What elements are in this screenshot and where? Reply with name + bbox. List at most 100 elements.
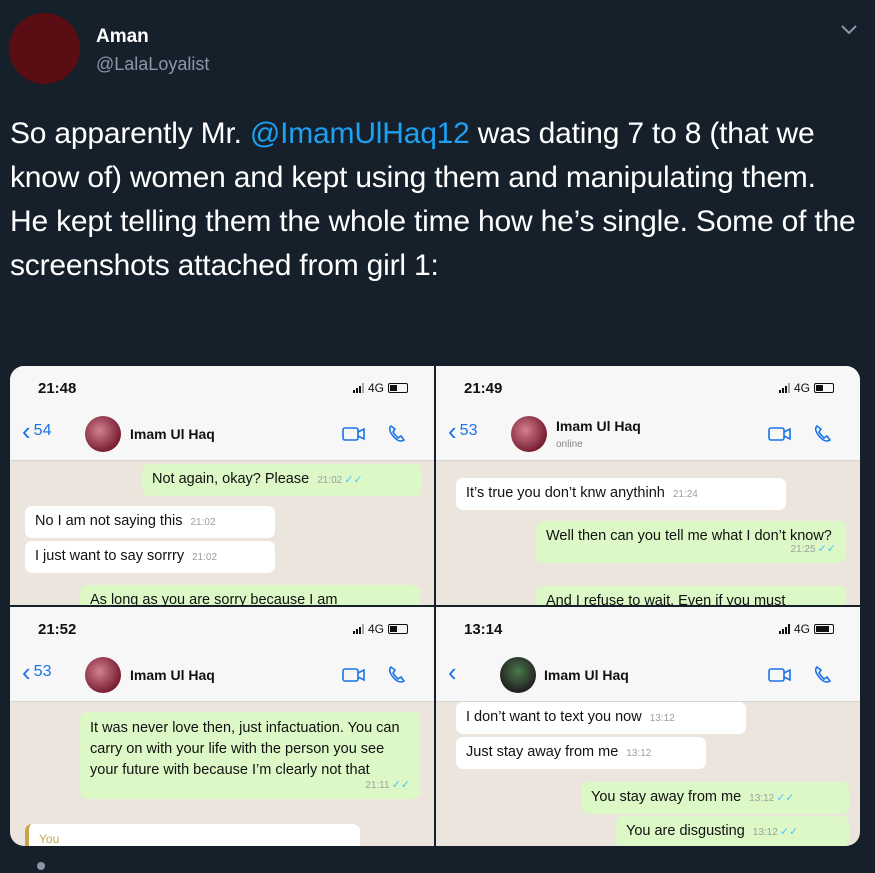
phone-call-icon[interactable]: [812, 664, 834, 686]
screenshot-4[interactable]: 13:14 4G ‹ Imam Ul Haq I don’t want to t…: [436, 607, 860, 846]
back-button[interactable]: ‹ 53: [448, 418, 478, 444]
contact-name[interactable]: Imam Ul Haq: [544, 667, 629, 683]
message-bubble[interactable]: And I refuse to wait. Even if you must: [536, 586, 846, 605]
message-text: And I refuse to wait. Even if you must: [546, 593, 786, 605]
message-bubble[interactable]: Not again, okay? Please 21:02 ✓✓: [142, 464, 422, 496]
screenshot-3[interactable]: 21:52 4G ‹ 53 Imam Ul Haq It was never lo…: [10, 607, 434, 846]
message-bubble[interactable]: You are disgusting 13:12 ✓✓: [616, 816, 849, 846]
chat-header: ‹ 53 Imam Ul Haq online: [436, 408, 860, 461]
signal-bars-icon: [352, 383, 364, 393]
contact-avatar[interactable]: [85, 657, 121, 693]
battery-icon: [388, 624, 408, 634]
chat-header: ‹ 54 Imam Ul Haq: [10, 408, 434, 461]
video-call-icon[interactable]: [768, 426, 792, 442]
battery-icon: [814, 383, 834, 393]
status-bar: 13:14 4G: [436, 607, 860, 649]
status-bar: 21:49 4G: [436, 366, 860, 408]
mention-link[interactable]: @ImamUlHaq12: [250, 117, 470, 150]
signal-bars-icon: [778, 383, 790, 393]
video-call-icon[interactable]: [768, 667, 792, 683]
message-bubble[interactable]: Just stay away from me 13:12: [456, 737, 706, 769]
message-bubble[interactable]: You stay away from me 13:12 ✓✓: [581, 782, 849, 814]
quoted-reply-author: You: [39, 832, 60, 846]
message-bubble[interactable]: As long as you are sorry because I am: [80, 585, 420, 605]
message-text: You are disgusting: [626, 823, 745, 839]
message-bubble[interactable]: It’s true you don’t knw anythinh 21:24: [456, 478, 786, 510]
message-text: I don’t want to text you now: [466, 709, 642, 725]
thread-dot: [37, 862, 45, 870]
message-bubble[interactable]: I just want to say sorrry 21:02: [25, 541, 275, 573]
message-time: 21:02: [317, 475, 343, 486]
chat-header: ‹ 53 Imam Ul Haq: [10, 649, 434, 702]
signal-bars-icon: [778, 624, 790, 634]
read-receipt-icon: ✓✓: [779, 826, 799, 838]
message-text: Not again, okay? Please: [152, 471, 310, 487]
read-receipt-icon: ✓✓: [817, 543, 836, 555]
quoted-reply[interactable]: You: [25, 824, 360, 846]
contact-status: online: [556, 439, 583, 450]
unread-count: 54: [33, 422, 52, 439]
back-button[interactable]: ‹ 53: [22, 659, 52, 685]
phone-call-icon[interactable]: [386, 664, 408, 686]
chat-header: ‹ Imam Ul Haq: [436, 649, 860, 702]
contact-avatar[interactable]: [511, 416, 547, 452]
message-text: As long as you are sorry because I am: [90, 592, 338, 605]
message-bubble[interactable]: No I am not saying this 21:02: [25, 506, 275, 538]
message-time: 21:02: [190, 517, 216, 528]
screenshot-2[interactable]: 21:49 4G ‹ 53 Imam Ul Haq online It’s tru…: [436, 366, 860, 605]
contact-name[interactable]: Imam Ul Haq: [556, 418, 641, 434]
chat-body: It was never love then, just infactuatio…: [10, 702, 434, 846]
message-text: Well then can you tell me what I don’t k…: [546, 528, 832, 544]
contact-avatar[interactable]: [500, 657, 536, 693]
message-time: 13:12: [752, 827, 778, 838]
video-call-icon[interactable]: [342, 667, 366, 683]
signal-indicator: 4G: [352, 381, 408, 395]
chat-body: It’s true you don’t knw anythinh 21:24 We…: [436, 461, 860, 605]
network-label: 4G: [793, 622, 810, 636]
status-time: 21:52: [38, 621, 77, 638]
message-text: You stay away from me: [591, 789, 742, 805]
back-button[interactable]: ‹ 54: [22, 418, 52, 444]
contact-name[interactable]: Imam Ul Haq: [130, 667, 215, 683]
author-name[interactable]: Aman: [96, 26, 149, 48]
chat-body: Not again, okay? Please 21:02 ✓✓ No I am n…: [10, 461, 434, 605]
tweet-text-before: So apparently Mr.: [10, 117, 250, 150]
author-avatar[interactable]: [9, 13, 80, 84]
message-time: 21:24: [672, 489, 698, 500]
message-time: 21:25: [790, 544, 816, 555]
phone-call-icon[interactable]: [812, 423, 834, 445]
status-bar: 21:52 4G: [10, 607, 434, 649]
unread-count: 53: [33, 663, 52, 680]
network-label: 4G: [367, 381, 384, 395]
status-bar: 21:48 4G: [10, 366, 434, 408]
message-bubble[interactable]: Well then can you tell me what I don’t k…: [536, 521, 846, 563]
signal-bars-icon: [352, 624, 364, 634]
signal-indicator: 4G: [778, 381, 834, 395]
message-text: No I am not saying this: [35, 513, 183, 529]
status-time: 13:14: [464, 621, 503, 638]
message-text: Just stay away from me: [466, 744, 619, 760]
network-label: 4G: [793, 381, 810, 395]
contact-avatar[interactable]: [85, 416, 121, 452]
message-text: I just want to say sorrry: [35, 548, 185, 564]
chevron-down-icon[interactable]: [838, 18, 860, 40]
message-time: 13:12: [749, 793, 775, 804]
message-bubble[interactable]: It was never love then, just infactuatio…: [80, 712, 420, 799]
screenshot-1[interactable]: 21:48 4G ‹ 54 Imam Ul Haq Not again, okay…: [10, 366, 434, 605]
status-time: 21:49: [464, 380, 503, 397]
signal-indicator: 4G: [352, 622, 408, 636]
tweet-text: So apparently Mr. @ImamUlHaq12 was datin…: [10, 112, 860, 288]
battery-icon: [388, 383, 408, 393]
message-time: 21:02: [192, 552, 218, 563]
contact-name[interactable]: Imam Ul Haq: [130, 426, 215, 442]
author-handle[interactable]: @LalaLoyalist: [96, 54, 209, 75]
back-button[interactable]: ‹: [448, 659, 460, 685]
message-bubble[interactable]: I don’t want to text you now 13:12: [456, 702, 746, 734]
unread-count: 53: [459, 422, 478, 439]
battery-icon: [814, 624, 834, 634]
video-call-icon[interactable]: [342, 426, 366, 442]
read-receipt-icon: ✓✓: [344, 474, 363, 486]
media-grid[interactable]: 21:48 4G ‹ 54 Imam Ul Haq Not again, okay…: [10, 366, 860, 846]
read-receipt-icon: ✓✓: [776, 792, 795, 804]
phone-call-icon[interactable]: [386, 423, 408, 445]
